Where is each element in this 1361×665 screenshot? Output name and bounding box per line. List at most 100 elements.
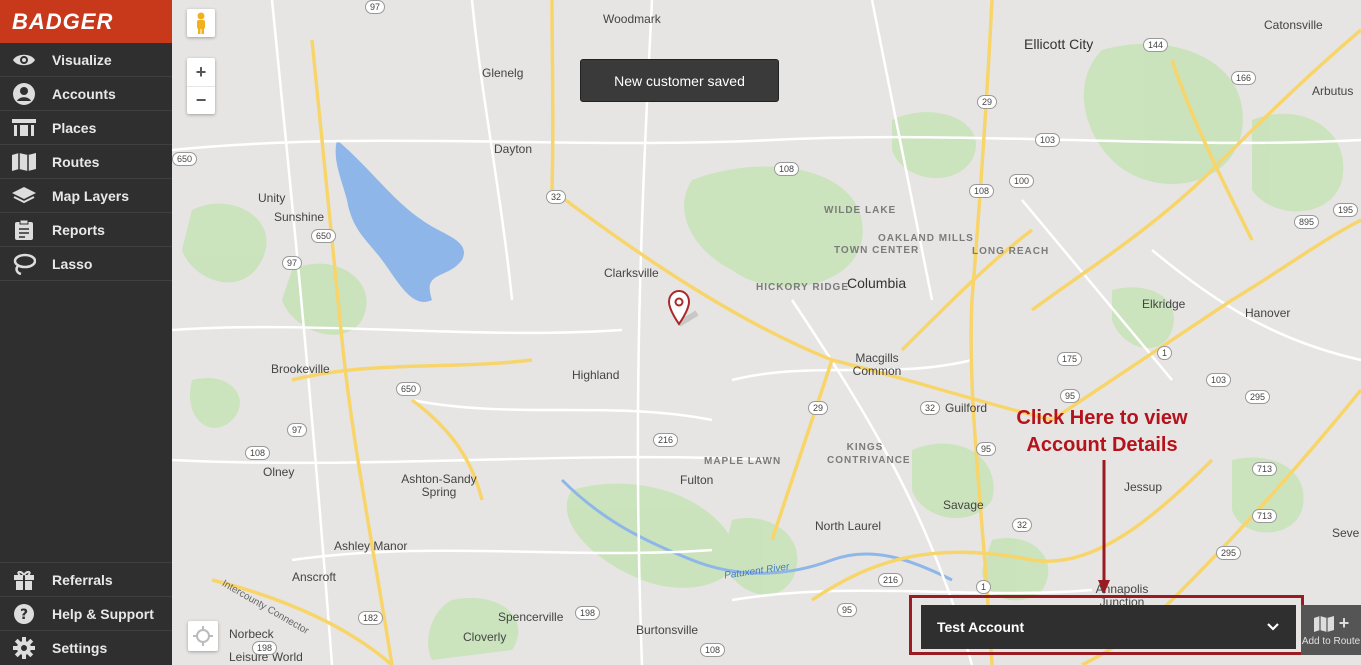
clipboard-icon [11,218,37,242]
sidebar-item-routes[interactable]: Routes [0,145,172,179]
neighborhood-label: HICKORY RIDGE [756,282,850,293]
sidebar-item-referrals[interactable]: Referrals [0,563,172,597]
place-label: Anscroft [292,570,337,584]
place-label: Hanover [1245,306,1291,320]
neighborhood-label: OAKLAND MILLS [878,233,974,244]
sidebar-item-map-layers[interactable]: Map Layers [0,179,172,213]
place-label: Guilford [945,401,988,415]
route-shield: 295 [1216,546,1242,560]
route-shield: 195 [1333,203,1359,217]
place-label: Arbutus [1312,84,1354,98]
account-name: Test Account [937,619,1025,635]
route-shield: 103 [1035,133,1061,147]
add-to-route-button[interactable]: + Add to Route [1301,605,1361,655]
place-label: Elkridge [1142,297,1186,311]
toast-notification: New customer saved [580,59,779,102]
locate-button[interactable] [188,621,218,651]
map-icon [11,150,37,174]
route-shield: 95 [837,603,858,617]
zoom-control: + − [187,58,215,114]
add-to-route-label: Add to Route [1301,636,1361,647]
route-shield: 650 [396,382,422,396]
place-label: Jessup [1124,480,1163,494]
route-shield: 97 [287,423,308,437]
place-label: Fulton [680,473,714,487]
place-label: Brookeville [271,362,330,376]
route-shield: 166 [1231,71,1257,85]
sidebar-item-label: Help & Support [52,605,154,622]
place-label: Olney [263,465,295,479]
sidebar-item-label: Places [52,119,97,136]
route-shield: 216 [653,433,679,447]
svg-text:?: ? [20,607,28,623]
brand-logo[interactable]: BADGER [0,0,172,43]
sidebar-item-help-support[interactable]: ? Help & Support [0,597,172,631]
route-shield: 95 [976,442,997,456]
route-shield: 108 [969,184,995,198]
neighborhood-label: LONG REACH [972,246,1050,257]
map-icon [1313,615,1334,632]
sidebar: BADGER Visualize Accounts Places Routes … [0,0,172,665]
route-shield: 108 [700,643,726,657]
layers-icon [11,184,37,208]
chevron-down-icon [1267,623,1279,631]
route-shield: 97 [282,256,303,270]
map-canvas[interactable]: Woodmark Ellicott City Catonsville Glene… [172,0,1361,665]
place-label: Columbia [847,275,907,291]
zoom-out-button[interactable]: − [187,86,215,114]
sidebar-item-label: Map Layers [52,187,130,204]
route-shield: 108 [245,446,271,460]
route-shield: 295 [1245,390,1271,404]
route-shield: 100 [1009,174,1035,188]
place-label: Highland [572,368,620,382]
sidebar-item-visualize[interactable]: Visualize [0,43,172,77]
sidebar-item-reports[interactable]: Reports [0,213,172,247]
sidebar-item-settings[interactable]: Settings [0,631,172,665]
place-label: North Laurel [815,519,882,533]
route-shield: 95 [1060,389,1081,403]
route-shield: 1 [976,580,992,594]
sidebar-item-label: Reports [52,221,105,238]
sidebar-item-label: Visualize [52,51,112,68]
route-shield: 198 [575,606,601,620]
street-view-pegman[interactable] [187,9,215,37]
place-label: Ellicott City [1024,36,1094,52]
neighborhood-label: TOWN CENTER [834,245,920,256]
neighborhood-label: KINGS CONTRIVANCE [827,442,911,466]
neighborhood-label: MAPLE LAWN [704,456,782,467]
annotation-line: Account Details [1026,434,1178,456]
pegman-icon [197,12,205,34]
crosshair-icon [193,626,213,646]
place-label: Glenelg [482,66,524,80]
sidebar-bottom: Referrals ? Help & Support Settings [0,562,172,665]
place-label: Clarksville [604,266,659,280]
sidebar-item-label: Accounts [52,85,116,102]
route-shield: 32 [920,401,941,415]
zoom-in-button[interactable]: + [187,58,215,86]
route-shield: 32 [1012,518,1033,532]
plus-icon: + [1338,613,1350,633]
eye-icon [11,48,37,72]
route-shield: 97 [365,0,386,14]
sidebar-item-places[interactable]: Places [0,111,172,145]
route-shield: 175 [1057,352,1083,366]
sidebar-item-lasso[interactable]: Lasso [0,247,172,281]
building-icon [11,116,37,140]
account-details-toggle[interactable]: Test Account [921,605,1296,649]
place-label: Unity [258,191,286,205]
annotation-line: Click Here to view [1016,407,1188,429]
route-shield: 103 [1206,373,1232,387]
route-shield: 29 [808,401,829,415]
gear-icon [11,636,37,660]
place-label: Catonsville [1264,18,1323,32]
sidebar-item-accounts[interactable]: Accounts [0,77,172,111]
place-label: Burtonsville [636,623,699,637]
route-shield: 198 [252,641,278,655]
sidebar-item-label: Routes [52,153,100,170]
route-shield: 1 [1157,346,1173,360]
place-label: Woodmark [603,12,661,26]
route-shield: 713 [1252,462,1278,476]
sidebar-item-label: Settings [52,640,108,656]
question-icon: ? [11,602,37,626]
sidebar-item-label: Lasso [52,255,93,272]
